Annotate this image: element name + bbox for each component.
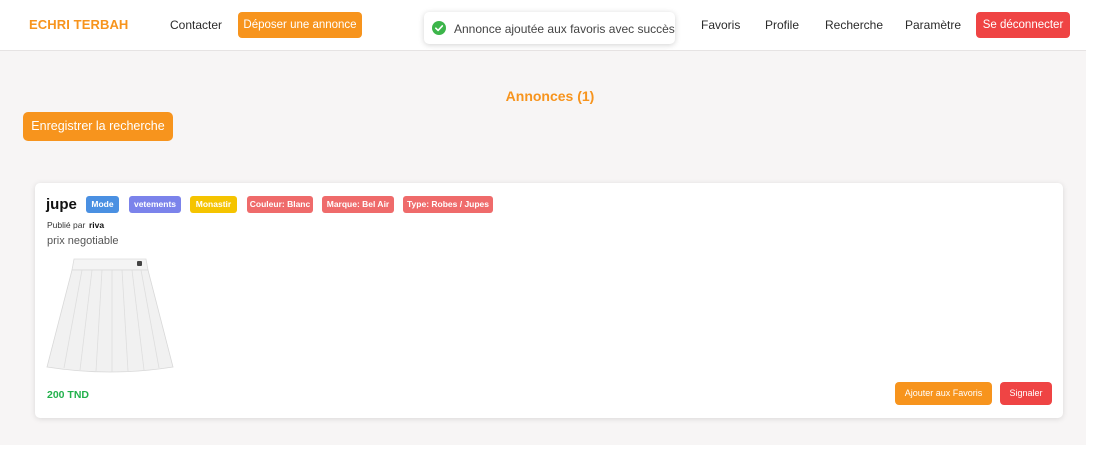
nav-favorites-link[interactable]: Favoris	[701, 18, 740, 32]
listing-title[interactable]: jupe	[46, 196, 77, 213]
report-button[interactable]: Signaler	[1000, 382, 1052, 405]
brand-logo[interactable]: ECHRI TERBAH	[29, 17, 128, 32]
tag-subcategory: vetements	[129, 196, 181, 213]
listing-photo[interactable]	[46, 256, 174, 374]
tag-color: Couleur: Blanc	[247, 196, 313, 213]
logout-button[interactable]: Se déconnecter	[976, 12, 1070, 38]
listing-card[interactable]: jupe Mode vetements Monastir Couleur: Bl…	[35, 183, 1063, 418]
app-container: ECHRI TERBAH Contacter Déposer une annon…	[0, 0, 1086, 445]
nav-contact-link[interactable]: Contacter	[170, 18, 222, 32]
add-favorite-button[interactable]: Ajouter aux Favoris	[895, 382, 992, 405]
tag-brand: Marque: Bel Air	[322, 196, 394, 213]
post-ad-button[interactable]: Déposer une annonce	[238, 12, 362, 38]
toast-message: Annonce ajoutée aux favoris avec succès	[454, 22, 675, 36]
tag-type: Type: Robes / Jupes	[403, 196, 493, 213]
nav-settings-link[interactable]: Paramètre	[905, 18, 961, 32]
tag-location: Monastir	[190, 196, 237, 213]
success-toast: Annonce ajoutée aux favoris avec succès	[424, 12, 675, 44]
listing-description: prix negotiable	[47, 235, 119, 247]
listing-price: 200 TND	[47, 389, 90, 401]
navbar: ECHRI TERBAH Contacter Déposer une annon…	[0, 0, 1086, 51]
author-name[interactable]: riva	[89, 220, 104, 230]
nav-search-link[interactable]: Recherche	[825, 18, 883, 32]
page-title: Annonces (1)	[505, 88, 595, 104]
save-search-button[interactable]: Enregistrer la recherche	[23, 112, 173, 141]
published-by-label: Publié par	[47, 220, 86, 230]
tag-category: Mode	[86, 196, 119, 213]
check-circle-icon	[432, 21, 446, 35]
nav-profile-link[interactable]: Profile	[765, 18, 799, 32]
